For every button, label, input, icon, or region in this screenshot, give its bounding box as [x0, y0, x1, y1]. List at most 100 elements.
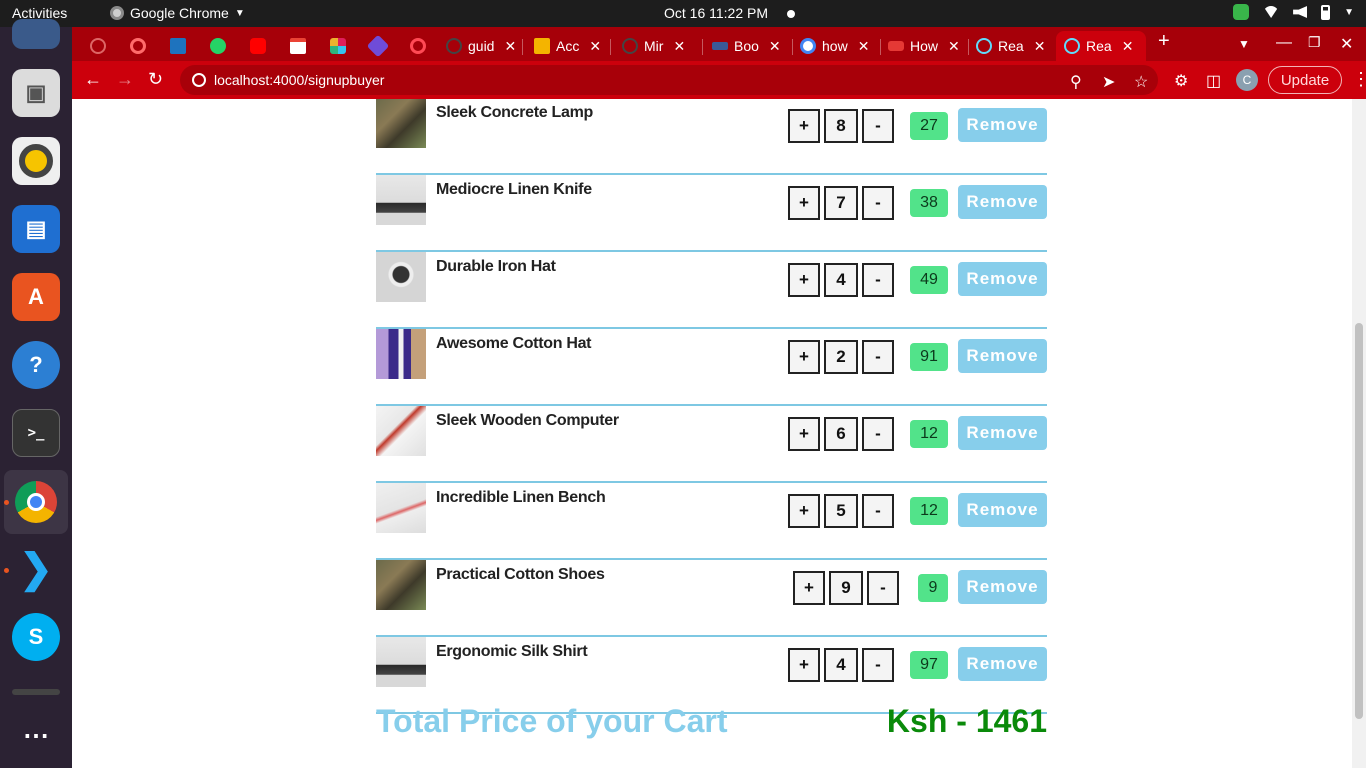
tab-acc[interactable]: Acc ✕: [526, 31, 606, 61]
side-panel-icon[interactable]: ◫: [1206, 71, 1221, 91]
tab-gmail[interactable]: [282, 31, 312, 61]
remove-button[interactable]: Remove: [958, 416, 1047, 450]
decrease-quantity-button[interactable]: -: [862, 109, 894, 143]
close-icon[interactable]: ✕: [504, 38, 516, 55]
quantity-stepper: +8-: [788, 109, 894, 143]
vscode-icon[interactable]: ❯: [12, 545, 60, 593]
decrease-quantity-button[interactable]: -: [862, 263, 894, 297]
chrome-icon: [110, 6, 124, 20]
site-info-icon[interactable]: [192, 73, 206, 87]
remove-button[interactable]: Remove: [958, 108, 1047, 142]
close-window-icon[interactable]: ✕: [1340, 34, 1353, 54]
increase-quantity-button[interactable]: +: [793, 571, 825, 605]
increase-quantity-button[interactable]: +: [788, 340, 820, 374]
more-menu-icon[interactable]: ⋮: [1352, 69, 1366, 90]
tab-globe[interactable]: [402, 31, 432, 61]
bookmark-star-icon[interactable]: ☆: [1134, 72, 1148, 92]
dock-partial-app-icon[interactable]: [12, 19, 60, 49]
tab-how-google[interactable]: how ✕: [792, 31, 878, 61]
update-button[interactable]: Update: [1268, 66, 1342, 94]
show-apps-icon[interactable]: ⋯: [12, 711, 60, 759]
tab-separator: [610, 39, 611, 55]
address-bar[interactable]: localhost:4000/signupbuyer ⚲ ➤ ☆: [180, 65, 1158, 95]
close-icon[interactable]: ✕: [1034, 38, 1046, 55]
tab-label: How: [910, 38, 939, 54]
close-icon[interactable]: ✕: [858, 38, 870, 55]
tab-whatsapp[interactable]: [202, 31, 232, 61]
decrease-quantity-button[interactable]: -: [862, 186, 894, 220]
remove-button[interactable]: Remove: [958, 647, 1047, 681]
quantity-stepper: +4-: [788, 263, 894, 297]
back-icon[interactable]: ←: [84, 69, 102, 90]
app-menu[interactable]: Google Chrome ▼: [110, 5, 245, 21]
increase-quantity-button[interactable]: +: [788, 186, 820, 220]
files-icon[interactable]: ▣: [12, 69, 60, 117]
close-icon[interactable]: ✕: [948, 38, 960, 55]
key-icon[interactable]: ⚲: [1070, 72, 1082, 92]
product-image: [376, 252, 426, 302]
running-indicator-icon: [4, 568, 9, 573]
increase-quantity-button[interactable]: +: [788, 263, 820, 297]
tab-how-hub[interactable]: How ✕: [880, 31, 966, 61]
decrease-quantity-button[interactable]: -: [867, 571, 899, 605]
page-scrollbar[interactable]: [1352, 99, 1366, 768]
tab-opera[interactable]: [122, 31, 152, 61]
profile-avatar[interactable]: C: [1236, 69, 1258, 91]
minimize-icon[interactable]: —: [1276, 34, 1292, 52]
new-tab-icon[interactable]: +: [1158, 30, 1170, 53]
increase-quantity-button[interactable]: +: [788, 494, 820, 528]
tab-github[interactable]: [82, 31, 112, 61]
decrease-quantity-button[interactable]: -: [862, 340, 894, 374]
clock[interactable]: Oct 16 11:22 PM: [664, 5, 768, 21]
send-icon[interactable]: ➤: [1102, 72, 1115, 92]
tab-boo[interactable]: Boo ✕: [704, 31, 790, 61]
terminal-icon[interactable]: >_: [12, 409, 60, 457]
increase-quantity-button[interactable]: +: [788, 109, 820, 143]
help-icon[interactable]: ?: [12, 341, 60, 389]
decrease-quantity-button[interactable]: -: [862, 494, 894, 528]
rhythmbox-icon[interactable]: [12, 137, 60, 185]
decrease-quantity-button[interactable]: -: [862, 417, 894, 451]
close-icon[interactable]: ✕: [589, 38, 601, 55]
remove-button[interactable]: Remove: [958, 185, 1047, 219]
increase-quantity-button[interactable]: +: [788, 417, 820, 451]
quantity-value: 8: [824, 109, 858, 143]
tab-slack[interactable]: [322, 31, 352, 61]
url-text[interactable]: localhost:4000/signupbuyer: [214, 72, 384, 88]
system-tray[interactable]: ▼: [1233, 4, 1354, 20]
tab-app[interactable]: [362, 31, 392, 61]
skype-icon[interactable]: S: [12, 613, 60, 661]
chevron-down-icon: ▼: [234, 7, 245, 19]
remove-button[interactable]: Remove: [958, 339, 1047, 373]
chevron-down-icon: ▼: [1344, 6, 1354, 18]
software-center-icon[interactable]: A: [12, 273, 60, 321]
tab-label: Rea: [998, 38, 1024, 54]
tab-mir[interactable]: Mir ✕: [614, 31, 698, 61]
increase-quantity-button[interactable]: +: [788, 648, 820, 682]
extensions-icon[interactable]: ⚙: [1174, 71, 1188, 91]
tab-rea-active[interactable]: Rea ✕: [1056, 31, 1146, 61]
product-image: [376, 483, 426, 533]
close-icon[interactable]: ✕: [769, 38, 781, 55]
remove-button[interactable]: Remove: [958, 570, 1047, 604]
decrease-quantity-button[interactable]: -: [862, 648, 894, 682]
volume-icon: [1293, 6, 1308, 18]
tab-guid[interactable]: guid ✕: [438, 31, 518, 61]
writer-icon[interactable]: ▤: [12, 205, 60, 253]
remove-button[interactable]: Remove: [958, 493, 1047, 527]
tab-youtube[interactable]: [242, 31, 272, 61]
cart-item-row: Awesome Cotton Hat +2-91 Remove: [376, 329, 1047, 406]
remove-button[interactable]: Remove: [958, 262, 1047, 296]
close-icon[interactable]: ✕: [673, 38, 685, 55]
tab-json[interactable]: [162, 31, 192, 61]
tab-rea[interactable]: Rea ✕: [968, 31, 1054, 61]
scrollbar-thumb[interactable]: [1355, 323, 1363, 719]
maximize-icon[interactable]: ❐: [1308, 34, 1321, 51]
tab-label: Mir: [644, 38, 664, 54]
security-shield-icon[interactable]: [1233, 4, 1250, 20]
reload-icon[interactable]: ↻: [148, 69, 163, 90]
close-icon[interactable]: ✕: [1122, 38, 1134, 55]
chrome-dock-icon[interactable]: [4, 470, 68, 534]
tab-search-icon[interactable]: ▼: [1238, 37, 1250, 51]
forward-icon[interactable]: →: [116, 69, 134, 90]
